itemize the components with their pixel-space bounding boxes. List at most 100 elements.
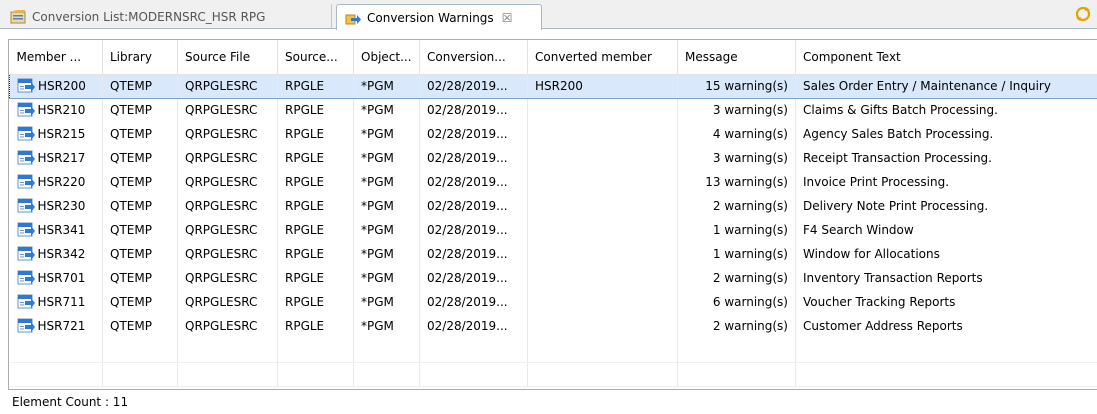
tab-conversion-list[interactable]: Conversion List:MODERNSRC_HSR RPG xyxy=(2,4,332,29)
source-type-cell: RPGLE xyxy=(277,98,354,122)
member-name: HSR711 xyxy=(37,295,86,309)
component-text-cell: Voucher Tracking Reports xyxy=(795,290,1097,314)
object-type-cell: *PGM xyxy=(353,194,420,218)
source-file-cell: QRPGLESRC xyxy=(177,242,278,266)
converted-member-cell: HSR200 xyxy=(527,73,678,99)
source-type-cell: RPGLE xyxy=(277,314,354,338)
empty-row xyxy=(9,362,1097,387)
source-type-cell: RPGLE xyxy=(277,266,354,290)
object-type-cell: *PGM xyxy=(353,242,420,266)
column-header-source-type[interactable]: Source... xyxy=(277,40,354,75)
message-cell: 1 warning(s) xyxy=(677,218,796,242)
member-cell[interactable]: HSR342 xyxy=(9,242,103,266)
message-cell: 3 warning(s) xyxy=(677,146,796,170)
conversion-date-cell: 02/28/2019... xyxy=(419,98,528,122)
object-type-cell: *PGM xyxy=(353,146,420,170)
source-member-icon xyxy=(17,294,35,310)
source-member-icon xyxy=(17,102,35,118)
column-header-library[interactable]: Library xyxy=(102,40,178,75)
source-file-cell: QRPGLESRC xyxy=(177,73,278,99)
library-cell: QTEMP xyxy=(102,194,178,218)
conversion-date-cell: 02/28/2019... xyxy=(419,314,528,338)
source-type-cell: RPGLE xyxy=(277,242,354,266)
component-text-cell: Receipt Transaction Processing. xyxy=(795,146,1097,170)
source-file-cell: QRPGLESRC xyxy=(177,266,278,290)
converted-member-cell xyxy=(527,218,678,242)
column-header-conversion[interactable]: Conversion... xyxy=(419,40,528,75)
table-row[interactable]: HSR220 QTEMP QRPGLESRC RPGLE *PGM 02/28/2019.… xyxy=(9,170,1097,194)
object-type-cell: *PGM xyxy=(353,122,420,146)
column-header-component-text[interactable]: Component Text xyxy=(795,40,1097,75)
component-text-cell: Inventory Transaction Reports xyxy=(795,266,1097,290)
table-row[interactable]: HSR721 QTEMP QRPGLESRC RPGLE *PGM 02/28/2019.… xyxy=(9,314,1097,338)
table-row[interactable]: HSR217 QTEMP QRPGLESRC RPGLE *PGM 02/28/2019.… xyxy=(9,146,1097,170)
member-cell[interactable]: HSR217 xyxy=(9,146,103,170)
message-cell: 4 warning(s) xyxy=(677,122,796,146)
conversion-date-cell: 02/28/2019... xyxy=(419,73,528,99)
column-header-member[interactable]: Member ... xyxy=(9,40,103,75)
table-row[interactable]: HSR200 QTEMP QRPGLESRC RPGLE *PGM 02/28/2019.… xyxy=(9,73,1097,99)
converted-member-cell xyxy=(527,242,678,266)
source-file-cell: QRPGLESRC xyxy=(177,290,278,314)
conversion-date-cell: 02/28/2019... xyxy=(419,266,528,290)
close-icon[interactable]: ☒ xyxy=(502,11,513,25)
converted-member-cell xyxy=(527,146,678,170)
source-member-icon xyxy=(17,222,35,238)
message-cell: 15 warning(s) xyxy=(677,73,796,99)
member-cell[interactable]: HSR220 xyxy=(9,170,103,194)
member-cell[interactable]: HSR230 xyxy=(9,194,103,218)
library-cell: QTEMP xyxy=(102,290,178,314)
column-header-message[interactable]: Message xyxy=(677,40,796,75)
member-name: HSR721 xyxy=(37,319,86,333)
table-row[interactable]: HSR701 QTEMP QRPGLESRC RPGLE *PGM 02/28/2019.… xyxy=(9,266,1097,290)
column-header-source-file[interactable]: Source File xyxy=(177,40,278,75)
member-cell[interactable]: HSR721 xyxy=(9,314,103,338)
member-cell[interactable]: HSR701 xyxy=(9,266,103,290)
member-cell[interactable]: HSR215 xyxy=(9,122,103,146)
sync-icon[interactable] xyxy=(1075,6,1091,22)
library-cell: QTEMP xyxy=(102,218,178,242)
member-cell[interactable]: HSR341 xyxy=(9,218,103,242)
member-name: HSR215 xyxy=(37,127,86,141)
tab-label: Conversion List:MODERNSRC_HSR RPG xyxy=(32,9,266,24)
converted-member-cell xyxy=(527,194,678,218)
source-file-cell: QRPGLESRC xyxy=(177,170,278,194)
table-row[interactable]: HSR342 QTEMP QRPGLESRC RPGLE *PGM 02/28/2019.… xyxy=(9,242,1097,266)
library-cell: QTEMP xyxy=(102,146,178,170)
member-name: HSR341 xyxy=(37,223,86,237)
converted-member-cell xyxy=(527,314,678,338)
component-text-cell: Window for Allocations xyxy=(795,242,1097,266)
object-type-cell: *PGM xyxy=(353,170,420,194)
member-name: HSR200 xyxy=(38,79,86,93)
member-cell[interactable]: HSR200 xyxy=(9,73,103,99)
library-cell: QTEMP xyxy=(102,314,178,338)
source-member-icon xyxy=(17,150,35,166)
member-cell[interactable]: HSR210 xyxy=(9,98,103,122)
library-cell: QTEMP xyxy=(102,266,178,290)
converted-member-cell xyxy=(527,170,678,194)
element-count-status: Element Count : 11 xyxy=(8,389,1097,414)
source-member-icon xyxy=(17,198,35,214)
conversion-warnings-icon xyxy=(345,10,361,26)
member-cell[interactable]: HSR711 xyxy=(9,290,103,314)
table-row[interactable]: HSR230 QTEMP QRPGLESRC RPGLE *PGM 02/28/2019.… xyxy=(9,194,1097,218)
source-type-cell: RPGLE xyxy=(277,122,354,146)
component-text-cell: F4 Search Window xyxy=(795,218,1097,242)
source-member-icon xyxy=(17,126,35,142)
conversion-date-cell: 02/28/2019... xyxy=(419,290,528,314)
conversion-date-cell: 02/28/2019... xyxy=(419,218,528,242)
source-type-cell: RPGLE xyxy=(277,73,354,99)
editor-tab-bar: Conversion List:MODERNSRC_HSR RPG Conver… xyxy=(0,0,1097,30)
library-cell: QTEMP xyxy=(102,98,178,122)
column-header-converted-member[interactable]: Converted member xyxy=(527,40,678,75)
table-row[interactable]: HSR215 QTEMP QRPGLESRC RPGLE *PGM 02/28/2019.… xyxy=(9,122,1097,146)
component-text-cell: Customer Address Reports xyxy=(795,314,1097,338)
column-header-object-type[interactable]: Object... xyxy=(353,40,420,75)
table-row[interactable]: HSR711 QTEMP QRPGLESRC RPGLE *PGM 02/28/2019.… xyxy=(9,290,1097,314)
conversion-list-icon xyxy=(10,9,26,25)
tab-conversion-warnings[interactable]: Conversion Warnings ☒ xyxy=(336,4,542,30)
library-cell: QTEMP xyxy=(102,170,178,194)
source-file-cell: QRPGLESRC xyxy=(177,122,278,146)
table-row[interactable]: HSR341 QTEMP QRPGLESRC RPGLE *PGM 02/28/2019.… xyxy=(9,218,1097,242)
table-row[interactable]: HSR210 QTEMP QRPGLESRC RPGLE *PGM 02/28/2019.… xyxy=(9,98,1097,122)
